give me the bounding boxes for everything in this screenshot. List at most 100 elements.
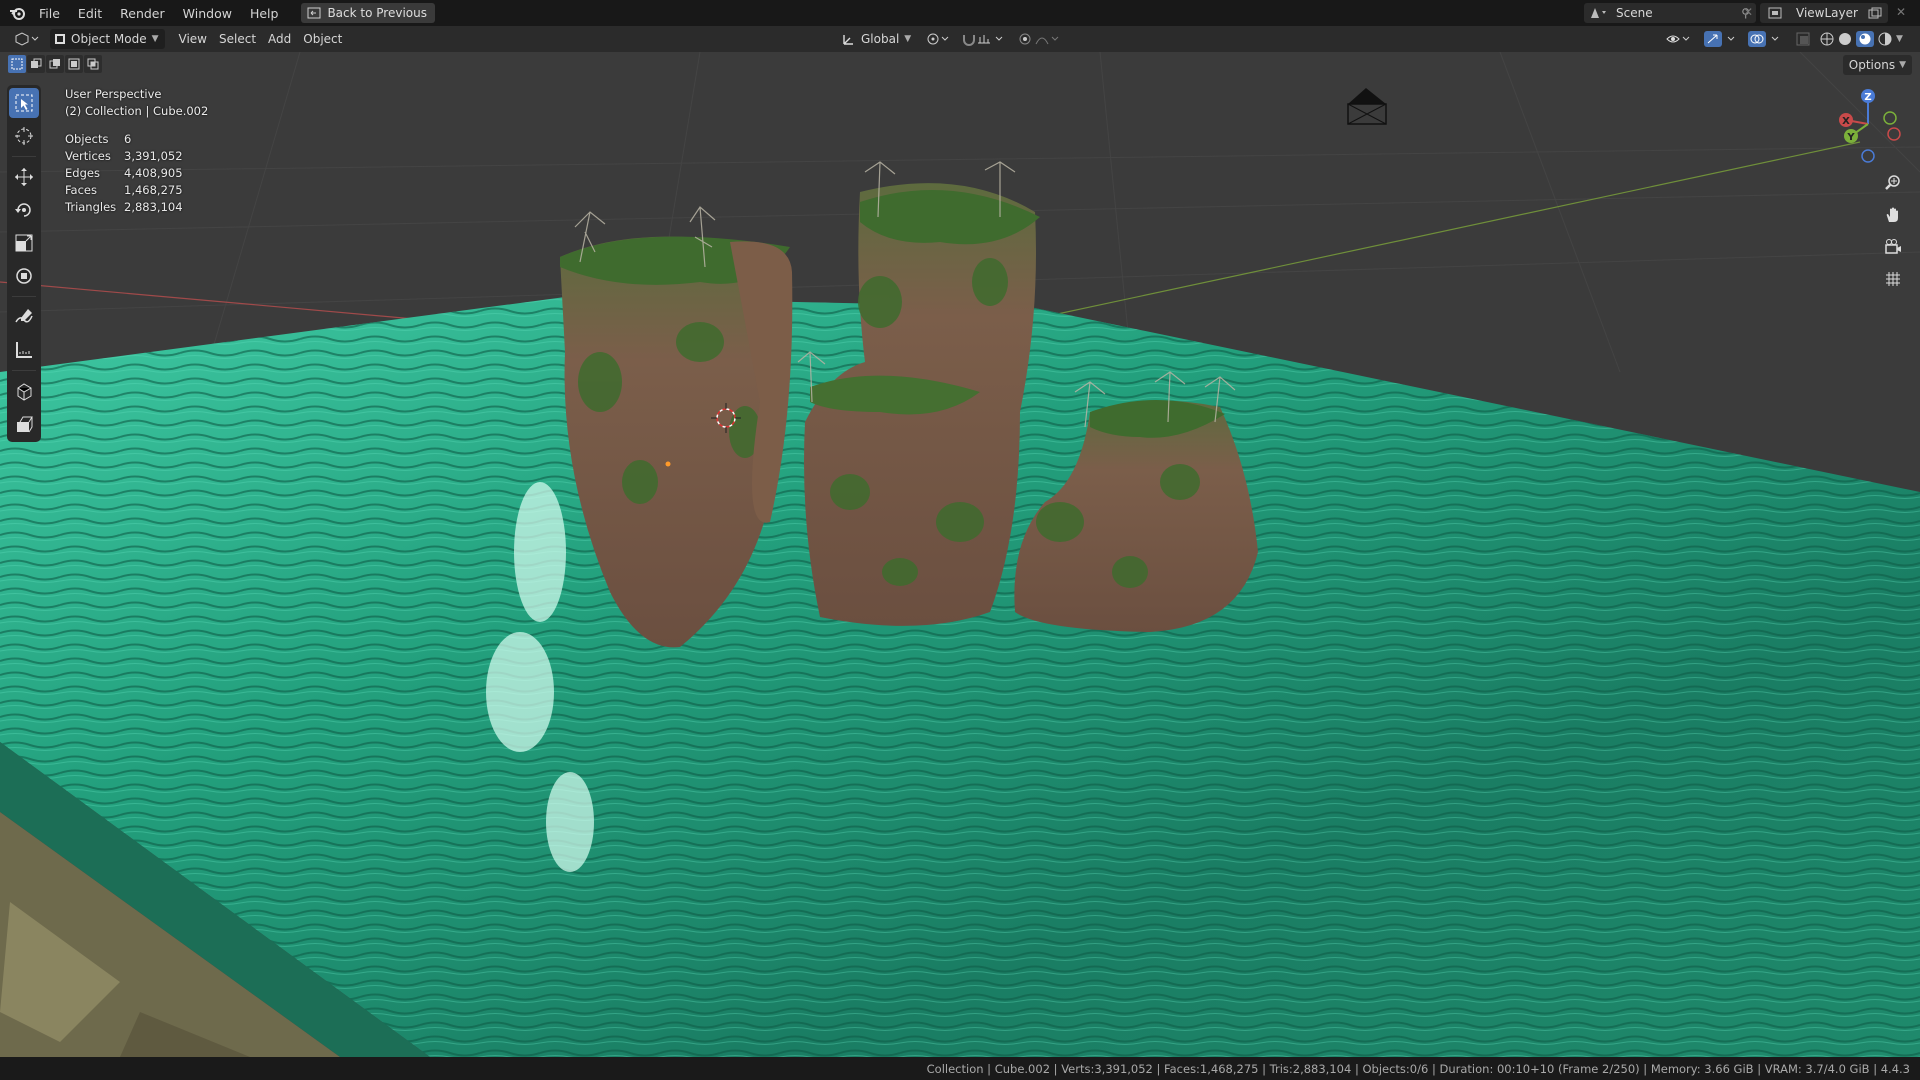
header-menu-object[interactable]: Object [297,29,348,49]
rotate-icon [15,203,31,217]
move-icon [15,168,33,186]
scene-name[interactable]: Scene [1616,6,1653,20]
viewport-info: User Perspective (2) Collection | Cube.0… [65,86,208,120]
camera-view-button[interactable] [1880,234,1906,260]
stat-key: Vertices [65,149,111,163]
select-intersect-button[interactable] [84,55,102,73]
solid-shading-icon[interactable] [1838,32,1852,46]
menu-help[interactable]: Help [241,6,288,21]
stat-row: Vertices 3,391,052 [65,148,183,165]
viewlayer-selector[interactable]: ViewLayer [1762,3,1888,23]
collection-label: (2) Collection | Cube.002 [65,104,209,118]
tool-shelf [7,85,41,442]
menu-render[interactable]: Render [111,6,174,21]
viewport-navigation [1880,170,1906,292]
perspective-label: User Perspective [65,87,162,101]
magnet-icon [963,35,1003,46]
pan-button[interactable] [1880,202,1906,228]
close-scene-icon[interactable]: ✕ [1743,5,1753,19]
stat-value: 3,391,052 [124,149,183,163]
tool-transform[interactable] [9,261,39,291]
status-bar-info: Collection | Cube.002 | Verts:3,391,052 … [926,1061,1910,1076]
object-mode-label: Object Mode [71,32,147,46]
transform-icon [16,268,32,284]
tool-select-box[interactable] [9,88,39,118]
stat-row: Triangles 2,883,104 [65,199,183,216]
wireframe-shading-icon[interactable] [1820,32,1834,46]
tool-scale[interactable] [9,228,39,258]
material-shading-icon[interactable] [1856,31,1874,47]
tool-separator [12,370,36,371]
stat-row: Faces 1,468,275 [65,182,183,199]
close-viewlayer-icon[interactable]: ✕ [1896,5,1906,19]
options-label: Options [1848,58,1896,72]
transform-orientation-label: Global [861,32,900,46]
header-menu-view[interactable]: View [173,29,213,49]
extrude-icon [17,416,33,433]
gizmo-x-label: X [1842,116,1850,127]
viewport-header: Object Mode ▼ View Select Add Object Glo… [0,26,1920,52]
header-menu-select[interactable]: Select [213,29,262,49]
back-to-previous-button[interactable]: Back to Previous [301,3,435,23]
camera-view-icon [1885,239,1901,254]
object-mode-icon [55,34,65,44]
stat-key: Objects [65,132,109,146]
add-cube-icon [17,383,32,401]
gizmo-toggle-button[interactable] [1698,29,1748,49]
zoom-button[interactable] [1880,170,1906,196]
gizmo-y-label: Y [1846,132,1855,143]
duplicate-viewlayer-icon[interactable] [1868,7,1882,19]
scene-selector[interactable]: Scene ⚲ [1584,3,1756,23]
select-invert-button[interactable] [65,55,83,73]
eye-icon [1666,35,1690,43]
scene-statistics: Objects 6 Vertices 3,391,052 Edges 4,408,90… [65,131,183,216]
transform-orientation-dropdown[interactable]: Global ▼ [836,29,917,49]
tool-extrude[interactable] [9,409,39,439]
proportional-edit-icon [1019,33,1059,45]
options-dropdown[interactable]: Options ▼ [1842,55,1912,75]
blender-logo-icon[interactable] [4,0,30,26]
menu-edit[interactable]: Edit [69,6,111,21]
orthographic-toggle-button[interactable] [1880,266,1906,292]
tool-measure[interactable] [9,335,39,365]
editor-type-button[interactable] [8,29,46,49]
shading-mode-group: ▼ [1814,29,1909,49]
annotate-icon [15,309,33,323]
tool-annotate[interactable] [9,302,39,332]
status-bar: Collection | Cube.002 | Verts:3,391,052 … [0,1057,1920,1080]
tool-separator [12,156,36,157]
viewlayer-name[interactable]: ViewLayer [1796,6,1858,20]
back-icon [307,7,321,19]
menu-file[interactable]: File [30,6,69,21]
select-extend-button[interactable] [27,55,45,73]
xray-toggle-button[interactable] [1790,29,1816,49]
viewlayer-icon [1768,7,1782,19]
chevron-down-icon[interactable]: ▼ [1896,34,1903,44]
object-origin [665,461,671,467]
overlays-icon [1748,31,1779,47]
tool-cursor[interactable] [9,121,39,151]
snapping-button[interactable] [956,29,1014,49]
grid-icon [1886,272,1900,286]
3d-viewport[interactable]: Z X Y Options ▼ [0,52,1920,1057]
pivot-point-button[interactable] [920,29,958,49]
menu-window[interactable]: Window [174,6,241,21]
stat-key: Triangles [65,200,117,214]
tool-move[interactable] [9,162,39,192]
hand-icon [1886,207,1898,222]
cursor-icon [15,127,33,145]
select-new-button[interactable] [8,55,26,73]
visibility-button[interactable] [1660,29,1698,49]
stat-key: Faces [65,183,97,197]
object-mode-dropdown[interactable]: Object Mode ▼ [50,29,165,49]
chevron-down-icon: ▼ [1899,60,1906,70]
select-subtract-button[interactable] [46,55,64,73]
proportional-editing-button[interactable] [1012,29,1070,49]
tool-add-cube[interactable] [9,376,39,406]
header-menu-add[interactable]: Add [262,29,297,49]
overlays-button[interactable] [1742,29,1792,49]
back-to-previous-label: Back to Previous [327,6,427,20]
rendered-shading-icon[interactable] [1878,32,1892,46]
tool-rotate[interactable] [9,195,39,225]
3d-viewport-icon [15,32,39,46]
